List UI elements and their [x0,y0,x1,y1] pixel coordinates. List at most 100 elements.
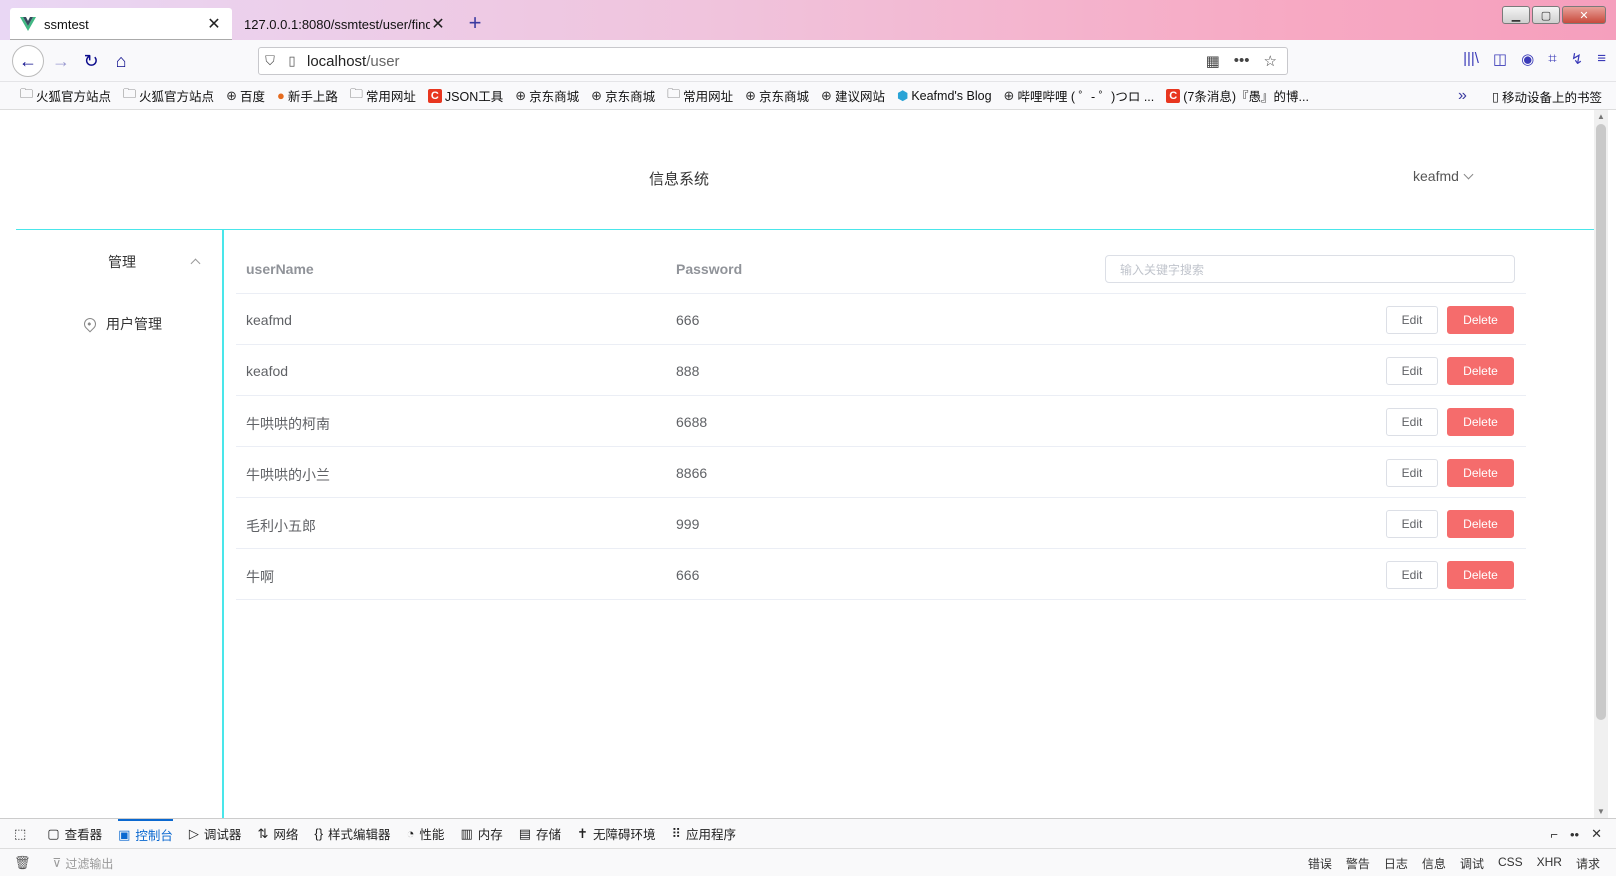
devtools-close-icon[interactable]: ✕ [1591,826,1602,842]
tab-label: 网络 [273,828,299,842]
library-icon[interactable]: |||\ [1463,50,1479,68]
account-icon[interactable]: ◉ [1521,50,1534,68]
minimize-icon[interactable]: ▁ [1502,6,1530,24]
bookmark-item[interactable]: ● 新手上路 [277,86,338,105]
level-debug[interactable]: 调试 [1460,855,1484,872]
bookmarks-toolbar: 🗀 火狐官方站点 🗀 火狐官方站点 ⊕ 百度 ● 新手上路 🗀 常用网址 C JSON工具 … [0,82,1616,110]
menu-group-title[interactable]: 管理 [108,252,136,272]
scroll-up-icon[interactable]: ▲ [1594,112,1608,121]
page-scrollbar[interactable]: ▲ ▼ [1594,110,1608,818]
devtools-more-icon[interactable]: •• [1570,827,1579,842]
element-picker-icon[interactable]: ⬚ [14,819,31,849]
trash-icon[interactable]: 🗑 [14,855,31,871]
new-tab-icon[interactable]: + [462,10,488,36]
filter-output-input[interactable]: 过滤输出 [65,855,113,872]
delete-button[interactable]: Delete [1447,408,1514,436]
bookmark-item[interactable]: ⊕ 京东商城 [745,86,809,105]
edit-button[interactable]: Edit [1386,306,1438,334]
url-text[interactable]: localhost/user [303,53,1206,70]
level-xhr[interactable]: XHR [1537,855,1562,872]
bookmark-item[interactable]: ⊕ 哔哩哔哩 ( ゜- ゜)つロ ... [1004,86,1155,105]
level-error[interactable]: 错误 [1308,855,1332,872]
maximize-icon[interactable]: ▢ [1532,6,1560,24]
home-icon[interactable]: ⌂ [106,46,136,76]
search-input[interactable]: 输入关键字搜索 [1105,255,1515,283]
scrollbar-thumb[interactable] [1596,124,1606,720]
bookmark-item[interactable]: 🗀 火狐官方站点 [123,85,214,107]
level-info[interactable]: 信息 [1422,855,1446,872]
tab-inspector[interactable]: ▢ 查看器 [47,819,102,849]
tab-memory[interactable]: ▥ 内存 [460,819,502,849]
sidebar-item-user-management[interactable]: 用户管理 [81,314,162,334]
level-css[interactable]: CSS [1498,855,1523,872]
delete-button[interactable]: Delete [1447,561,1514,589]
bookmark-item[interactable]: ⊕ 京东商城 [515,86,579,105]
folder-icon: 🗀 [349,85,363,101]
level-requests[interactable]: 请求 [1576,855,1600,872]
bookmark-item[interactable]: 🗀 常用网址 [667,85,733,107]
level-warning[interactable]: 警告 [1346,855,1370,872]
storage-icon: ▤ [518,825,532,841]
forward-arrow-icon[interactable]: → [46,46,76,76]
page-content: 信息系统 keafmd 管理 用户管理 userName Password 输入… [8,110,1598,818]
tab-console[interactable]: ▣ 控制台 [118,818,173,849]
edit-button[interactable]: Edit [1386,561,1438,589]
bookmark-label: 京东商城 [605,90,656,104]
screenshot-icon[interactable]: ⌗ [1548,50,1556,68]
edit-button[interactable]: Edit [1386,357,1438,385]
close-tab-icon[interactable]: ✕ [206,14,222,34]
chevron-down-icon [1463,169,1474,180]
folder-icon: 🗀 [20,85,34,101]
devtools-panel: ⬚ ▢ 查看器 ▣ 控制台 ▷ 调试器 ⇅ 网络 {} 样式编辑器 ◔ 性能 ▥ 内存 ▤ 存储… [0,818,1616,876]
tab-label: 内存 [477,828,503,842]
window-close-icon[interactable]: ✕ [1562,6,1606,24]
level-log[interactable]: 日志 [1384,855,1408,872]
tab-network[interactable]: ⇅ 网络 [257,819,298,849]
cell-password: 666 [676,567,700,583]
dock-icon[interactable]: ⌐ [1550,827,1558,842]
user-dropdown[interactable]: keafmd [1413,168,1474,184]
sidebar-icon[interactable]: ◫ [1493,50,1507,68]
inspector-icon: ▢ [47,825,60,841]
delete-button[interactable]: Delete [1447,459,1514,487]
tab-ssmtest[interactable]: ssmtest ✕ [10,8,232,40]
qr-code-icon[interactable]: ▦ [1206,52,1220,70]
chevron-up-icon[interactable] [190,258,201,269]
edit-button[interactable]: Edit [1386,510,1438,538]
bookmark-item[interactable]: 🗀 火狐官方站点 [20,85,111,107]
delete-button[interactable]: Delete [1447,357,1514,385]
shield-icon[interactable]: ⛉ [259,53,281,69]
extension-icon[interactable]: ↯ [1571,50,1584,68]
folder-icon: 🗀 [123,85,137,101]
bookmark-item[interactable]: ⊕ 百度 [226,86,265,105]
edit-button[interactable]: Edit [1386,408,1438,436]
tab-debugger[interactable]: ▷ 调试器 [189,819,242,849]
tab-storage[interactable]: ▤ 存储 [519,819,561,849]
console-icon: ▣ [118,826,131,842]
bookmark-star-icon[interactable]: ☆ [1264,52,1277,70]
reload-icon[interactable]: ↻ [76,46,106,76]
tab-accessibility[interactable]: ✝ 无障碍环境 [577,819,655,849]
bookmark-item[interactable]: ⊕ 建议网站 [821,86,885,105]
bookmark-item[interactable]: ⬢ Keafmd's Blog [897,88,992,104]
tab-style-editor[interactable]: {} 样式编辑器 [314,819,390,849]
tab-find-all[interactable]: 127.0.0.1:8080/ssmtest/user/findA ✕ [234,8,456,40]
bookmark-label: 常用网址 [683,90,734,104]
menu-icon[interactable]: ≡ [1597,50,1606,68]
back-arrow-icon[interactable]: ← [12,45,44,77]
address-bar[interactable]: ⛉ ▯ localhost/user ▦ ••• ☆ [258,47,1288,75]
bookmark-item[interactable]: C (7条消息)『愚』的博... [1166,86,1309,105]
chevron-right-icon[interactable]: » [1458,82,1467,110]
mobile-bookmarks[interactable]: ▯ 移动设备上的书签 [1492,82,1602,110]
scroll-down-icon[interactable]: ▼ [1594,807,1608,816]
bookmark-item[interactable]: C JSON工具 [427,86,503,105]
delete-button[interactable]: Delete [1447,510,1514,538]
tab-performance[interactable]: ◔ 性能 [407,819,445,849]
more-actions-icon[interactable]: ••• [1234,52,1250,70]
bookmark-item[interactable]: 🗀 常用网址 [350,85,416,107]
delete-button[interactable]: Delete [1447,306,1514,334]
edit-button[interactable]: Edit [1386,459,1438,487]
tab-application[interactable]: ⠿ 应用程序 [671,819,736,849]
bookmark-item[interactable]: ⊕ 京东商城 [591,86,655,105]
close-tab-icon[interactable]: ✕ [430,14,446,34]
